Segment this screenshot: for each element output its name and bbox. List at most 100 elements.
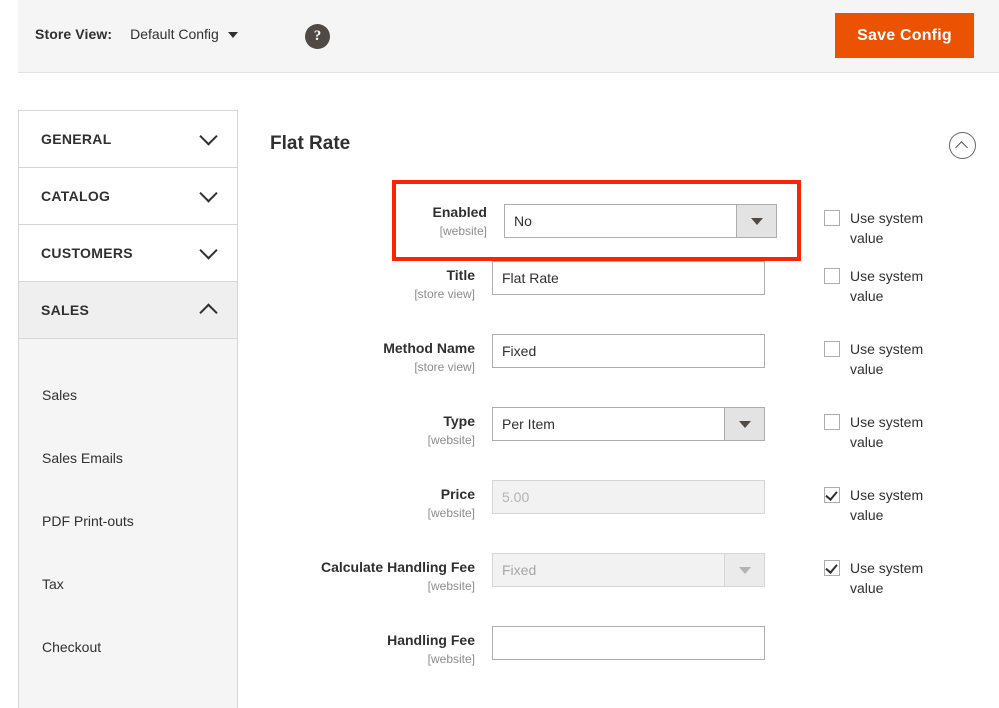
sidebar-section-label: CUSTOMERS bbox=[41, 245, 133, 261]
checkbox-icon[interactable] bbox=[824, 341, 840, 357]
chevron-down-icon bbox=[724, 554, 764, 586]
field-label-col: Calculate Handling Fee [website] bbox=[256, 553, 492, 594]
field-label-col: Method Name [store view] bbox=[256, 334, 492, 375]
sidebar-section-label: GENERAL bbox=[41, 131, 112, 147]
use-system-value-label: Use system value bbox=[850, 266, 958, 306]
calculate-handling-fee-value: Fixed bbox=[502, 554, 536, 586]
chevron-up-circle-icon[interactable] bbox=[949, 132, 976, 159]
checkbox-icon[interactable] bbox=[824, 414, 840, 430]
field-label: Price bbox=[256, 485, 475, 504]
field-control-col bbox=[492, 334, 767, 368]
field-label: Method Name bbox=[256, 339, 475, 358]
use-system-value-label: Use system value bbox=[850, 485, 958, 525]
field-label-col: Price [website] bbox=[256, 480, 492, 521]
section-header: Flat Rate bbox=[256, 110, 999, 178]
type-select[interactable]: Per Item bbox=[492, 407, 765, 441]
flat-rate-form: Enabled [website] No Use system value Ti… bbox=[256, 180, 999, 699]
use-system-value-toggle[interactable]: Use system value bbox=[824, 266, 984, 306]
field-row-handling-fee: Handling Fee [website] bbox=[256, 626, 999, 699]
enabled-select[interactable]: No bbox=[504, 204, 777, 238]
field-scope: [website] bbox=[256, 578, 475, 594]
field-scope: [website] bbox=[256, 651, 475, 667]
sidebar-subitems-sales: Sales Sales Emails PDF Print-outs Tax Ch… bbox=[19, 339, 237, 708]
checkbox-icon[interactable] bbox=[824, 210, 840, 226]
sidebar-item-pdf-print-outs[interactable]: PDF Print-outs bbox=[19, 489, 237, 552]
use-system-value-price: Use system value bbox=[824, 485, 984, 525]
use-system-value-calculate-handling-fee: Use system value bbox=[824, 558, 984, 598]
calculate-handling-fee-select: Fixed bbox=[492, 553, 765, 587]
field-label: Enabled bbox=[396, 203, 487, 222]
store-view-switcher[interactable]: Store View: Default Config bbox=[35, 26, 238, 42]
save-config-button[interactable]: Save Config bbox=[835, 13, 974, 58]
use-system-value-label: Use system value bbox=[850, 208, 958, 248]
field-row-method-name: Method Name [store view] Use system valu… bbox=[256, 334, 999, 407]
use-system-value-enabled: Use system value bbox=[824, 208, 984, 248]
chevron-down-icon bbox=[199, 184, 217, 202]
title-input[interactable] bbox=[492, 261, 765, 295]
use-system-value-label: Use system value bbox=[850, 558, 958, 598]
use-system-value-toggle[interactable]: Use system value bbox=[824, 208, 984, 248]
use-system-value-toggle[interactable]: Use system value bbox=[824, 412, 984, 452]
field-control-col bbox=[492, 480, 767, 514]
field-label: Calculate Handling Fee bbox=[256, 558, 475, 577]
checkbox-icon[interactable] bbox=[824, 560, 840, 576]
field-row-calculate-handling-fee: Calculate Handling Fee [website] Fixed U… bbox=[256, 553, 999, 626]
use-system-value-label: Use system value bbox=[850, 412, 958, 452]
type-select-value: Per Item bbox=[502, 408, 555, 440]
field-control-col: Per Item bbox=[492, 407, 767, 441]
store-view-value: Default Config bbox=[130, 26, 219, 42]
chevron-down-icon[interactable] bbox=[736, 205, 776, 237]
use-system-value-type: Use system value bbox=[824, 412, 984, 452]
checkbox-icon[interactable] bbox=[824, 268, 840, 284]
field-control-col bbox=[492, 261, 767, 295]
field-label: Handling Fee bbox=[256, 631, 475, 650]
field-label-col: Handling Fee [website] bbox=[256, 626, 492, 667]
chevron-down-icon[interactable] bbox=[724, 408, 764, 440]
sidebar-section-label: CATALOG bbox=[41, 188, 110, 204]
field-row-enabled: Enabled [website] No bbox=[392, 180, 801, 261]
use-system-value-toggle[interactable]: Use system value bbox=[824, 339, 984, 379]
field-scope: [store view] bbox=[256, 286, 475, 302]
use-system-value-label: Use system value bbox=[850, 339, 958, 379]
field-label: Type bbox=[256, 412, 475, 431]
use-system-value-toggle[interactable]: Use system value bbox=[824, 558, 984, 598]
field-label-col: Enabled [website] bbox=[396, 203, 504, 239]
field-label-col: Type [website] bbox=[256, 407, 492, 448]
use-system-value-title: Use system value bbox=[824, 266, 984, 306]
sidebar-section-general[interactable]: GENERAL bbox=[19, 111, 237, 168]
field-label: Title bbox=[256, 266, 475, 285]
field-scope: [website] bbox=[256, 432, 475, 448]
use-system-value-toggle[interactable]: Use system value bbox=[824, 485, 984, 525]
sidebar-item-sales-emails[interactable]: Sales Emails bbox=[19, 426, 237, 489]
price-input bbox=[492, 480, 765, 514]
sidebar-item-tax[interactable]: Tax bbox=[19, 552, 237, 615]
handling-fee-input[interactable] bbox=[492, 626, 765, 660]
sidebar-item-checkout[interactable]: Checkout bbox=[19, 615, 237, 678]
field-row-price: Price [website] Use system value bbox=[256, 480, 999, 553]
page-title: Flat Rate bbox=[256, 133, 350, 155]
field-row-type: Type [website] Per Item Use system value bbox=[256, 407, 999, 480]
chevron-up-icon bbox=[199, 303, 217, 321]
store-view-label: Store View: bbox=[35, 26, 112, 42]
sidebar-section-catalog[interactable]: CATALOG bbox=[19, 168, 237, 225]
chevron-down-icon bbox=[199, 127, 217, 145]
field-scope: [website] bbox=[256, 505, 475, 521]
field-control-col: No bbox=[504, 204, 779, 238]
field-row-title: Title [store view] Use system value bbox=[256, 261, 999, 334]
page-header: Store View: Default Config ? Save Config bbox=[18, 0, 999, 73]
field-label-col: Title [store view] bbox=[256, 261, 492, 302]
enabled-select-value: No bbox=[514, 205, 532, 237]
field-scope: [store view] bbox=[256, 359, 475, 375]
checkbox-icon[interactable] bbox=[824, 487, 840, 503]
help-icon[interactable]: ? bbox=[305, 24, 330, 49]
chevron-down-icon bbox=[199, 241, 217, 259]
chevron-down-icon bbox=[228, 32, 238, 38]
method-name-input[interactable] bbox=[492, 334, 765, 368]
sidebar-section-label: SALES bbox=[41, 302, 89, 318]
sidebar-section-customers[interactable]: CUSTOMERS bbox=[19, 225, 237, 282]
sidebar-item-sales[interactable]: Sales bbox=[19, 363, 237, 426]
sidebar-section-sales[interactable]: SALES bbox=[19, 282, 237, 339]
field-control-col: Fixed bbox=[492, 553, 767, 587]
config-sidebar-nav: GENERAL CATALOG CUSTOMERS SALES Sales Sa… bbox=[18, 110, 238, 708]
field-scope: [website] bbox=[396, 223, 487, 239]
